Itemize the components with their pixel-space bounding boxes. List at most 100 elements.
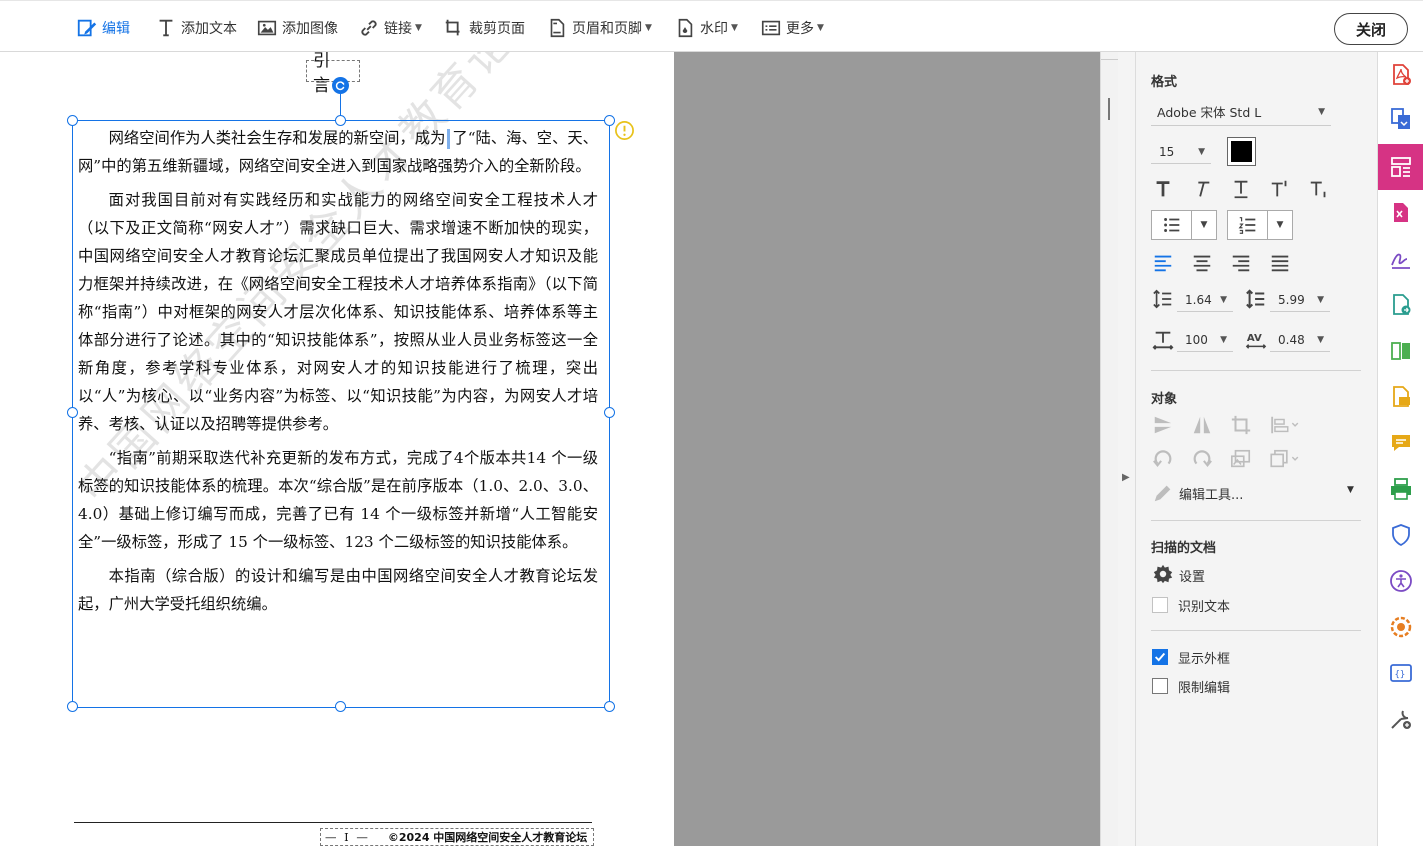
align-objects-icon[interactable] (1268, 413, 1302, 437)
show-bbox-checkbox[interactable] (1152, 649, 1168, 665)
chevron-down-icon: ▼ (1220, 334, 1227, 345)
chevron-down-icon[interactable]: ▼ (1268, 211, 1292, 239)
protect-icon[interactable] (1378, 518, 1423, 552)
chevron-down-icon: ▼ (1220, 294, 1227, 305)
align-center-icon[interactable] (1190, 251, 1214, 275)
paragraph-spacing-select[interactable]: 5.99 ▼ (1270, 288, 1330, 312)
text-color-swatch[interactable] (1227, 137, 1256, 166)
edit-pdf-icon[interactable] (1378, 144, 1423, 190)
settings-link[interactable]: 设置 (1179, 566, 1205, 585)
divider (1151, 630, 1361, 631)
character-spacing-select[interactable]: 0.48 ▼ (1270, 328, 1330, 352)
text-italic-icon[interactable] (1190, 177, 1214, 201)
warning-icon[interactable] (614, 120, 635, 141)
add-text-button[interactable]: 添加文本 (155, 15, 237, 41)
rotate-right-icon[interactable] (1190, 447, 1214, 471)
panel-collapse-strip[interactable]: ▶ (1118, 52, 1136, 846)
rotate-left-icon[interactable] (1151, 447, 1175, 471)
subscript-icon[interactable] (1307, 177, 1331, 201)
align-justify-icon[interactable] (1268, 251, 1292, 275)
horizontal-scale-select[interactable]: 100 ▼ (1177, 328, 1233, 352)
flip-vertical-icon[interactable] (1151, 413, 1175, 437)
numbered-list-button[interactable]: ▼ (1227, 210, 1293, 240)
paragraph: 面对我国目前对有实践经历和实战能力的网络空间安全工程技术人才（以下及正文简称“网… (78, 191, 598, 433)
body-text[interactable]: 网络空间作为人类社会生存和发展的新空间，成为 了“陆、海、空、天、网”中的第五维新… (78, 124, 598, 624)
replace-image-icon[interactable] (1229, 447, 1253, 471)
chevron-down-icon: ▼ (1317, 294, 1324, 305)
send-for-signature-icon[interactable] (1378, 288, 1423, 322)
crop-image-icon[interactable] (1229, 413, 1253, 437)
superscript-icon[interactable] (1268, 177, 1292, 201)
export-pdf-icon[interactable] (1378, 196, 1423, 230)
accessibility-icon[interactable] (1378, 564, 1423, 598)
combine-files-icon[interactable] (1378, 102, 1423, 136)
font-family-select[interactable]: Adobe 宋体 Std L ▼ (1151, 98, 1331, 126)
chevron-down-icon: ▼ (415, 23, 422, 33)
chevron-down-icon: ▼ (1318, 106, 1325, 117)
restrict-edit-checkbox[interactable] (1152, 678, 1168, 694)
resize-handle-bottom-right[interactable] (604, 701, 615, 712)
format-panel: 格式 Adobe 宋体 Std L ▼ 15 ▼ ▼ ▼ 1.64 ▼ 5.99 ▼ 1… (1136, 52, 1377, 846)
recognize-text-checkbox[interactable] (1152, 597, 1168, 613)
javascript-icon[interactable]: {} (1378, 656, 1423, 690)
rotate-handle[interactable] (332, 77, 349, 94)
comment-icon[interactable] (1378, 426, 1423, 460)
page-footer[interactable]: — Ⅰ — ©2024 中国网络空间安全人才教育论坛 (320, 828, 594, 846)
svg-text:{}: {} (1395, 670, 1406, 680)
align-left-icon[interactable] (1151, 251, 1175, 275)
create-pdf-icon[interactable] (1378, 58, 1423, 92)
chevron-down-icon: ▼ (645, 23, 652, 33)
bullet-list-icon (1152, 211, 1192, 239)
format-heading: 格式 (1151, 75, 1178, 90)
resize-handle-left[interactable] (67, 407, 78, 418)
line-spacing-select[interactable]: 1.64 ▼ (1177, 288, 1233, 312)
fill-sign-icon[interactable] (1378, 242, 1423, 276)
font-size-select[interactable]: 15 ▼ (1151, 140, 1211, 164)
close-button[interactable]: 关闭 (1334, 13, 1408, 45)
chevron-down-icon[interactable]: ▼ (1192, 211, 1216, 239)
character-spacing-icon: AV (1244, 328, 1268, 352)
resize-handle-bottom-left[interactable] (67, 701, 78, 712)
more-button[interactable]: 更多 ▼ (760, 15, 824, 41)
title-text-box[interactable]: 引 言 (306, 52, 360, 96)
print-production-icon[interactable] (1378, 472, 1423, 506)
page-number: — Ⅰ — (325, 830, 370, 844)
link-button[interactable]: 链接 ▼ (358, 15, 422, 41)
restrict-edit-label: 限制编辑 (1178, 681, 1231, 696)
checkmark-icon (1154, 652, 1166, 662)
flip-horizontal-icon[interactable] (1190, 413, 1214, 437)
text-underline-icon[interactable] (1229, 177, 1253, 201)
more-icon (761, 20, 781, 36)
tools-rail: {} (1377, 52, 1423, 846)
comment-file-icon[interactable] (1378, 380, 1423, 414)
text-bold-icon[interactable] (1151, 177, 1175, 201)
action-wizard-icon[interactable] (1378, 610, 1423, 644)
divider (1151, 370, 1361, 371)
crop-page-button[interactable]: 裁剪页面 (443, 15, 525, 41)
align-right-icon[interactable] (1229, 251, 1253, 275)
header-footer-button[interactable]: 页眉和页脚 ▼ (546, 15, 652, 41)
text-icon (159, 19, 173, 37)
edit-tools-dropdown[interactable]: 编辑工具... (1179, 484, 1243, 503)
chevron-down-icon: ▼ (817, 23, 824, 33)
vertical-scrollbar[interactable] (1100, 52, 1119, 846)
arrange-icon[interactable] (1268, 447, 1302, 471)
organize-pages-icon[interactable] (1378, 334, 1423, 368)
paragraph-spacing-icon (1244, 287, 1268, 311)
footer-rule (74, 822, 592, 823)
color-fill (1231, 141, 1252, 162)
gear-icon (1151, 562, 1175, 586)
edit-button[interactable]: 编辑 (76, 15, 130, 41)
bullet-list-button[interactable]: ▼ (1151, 210, 1217, 240)
watermark-button[interactable]: 水印 ▼ (674, 15, 738, 41)
scroll-thumb[interactable] (1108, 98, 1110, 120)
resize-handle-right[interactable] (604, 407, 615, 418)
resize-handle-top-left[interactable] (67, 115, 78, 126)
edit-icon (77, 19, 97, 37)
object-heading: 对象 (1151, 392, 1178, 407)
more-tools-icon[interactable] (1378, 702, 1423, 736)
document-page: 中国网络空间安全人才教育论坛 引 言 网络空间作为人类社会生存和发展的新空间，成… (0, 52, 674, 846)
rotate-icon (335, 81, 345, 91)
resize-handle-bottom[interactable] (335, 701, 346, 712)
add-image-button[interactable]: 添加图像 (256, 15, 338, 41)
